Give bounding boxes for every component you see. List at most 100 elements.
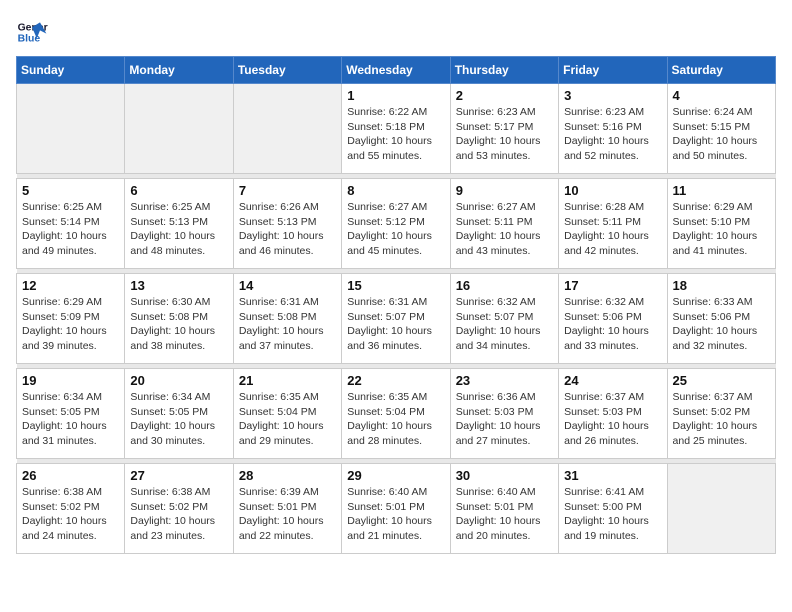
day-info: Sunrise: 6:40 AMSunset: 5:01 PMDaylight:…	[347, 485, 444, 544]
logo: General Blue	[16, 16, 52, 48]
weekday-header-friday: Friday	[559, 57, 667, 84]
calendar-cell: 23 Sunrise: 6:36 AMSunset: 5:03 PMDayligh…	[450, 369, 558, 459]
day-number: 28	[239, 468, 336, 483]
day-number: 14	[239, 278, 336, 293]
day-info: Sunrise: 6:29 AMSunset: 5:09 PMDaylight:…	[22, 295, 119, 354]
day-number: 30	[456, 468, 553, 483]
calendar-cell: 21 Sunrise: 6:35 AMSunset: 5:04 PMDayligh…	[233, 369, 341, 459]
weekday-header-monday: Monday	[125, 57, 233, 84]
calendar-cell: 8 Sunrise: 6:27 AMSunset: 5:12 PMDaylight…	[342, 179, 450, 269]
calendar-cell: 1Sunrise: 6:22 AMSunset: 5:18 PMDaylight…	[342, 84, 450, 174]
calendar-cell: 3 Sunrise: 6:23 AMSunset: 5:16 PMDaylight…	[559, 84, 667, 174]
day-number: 24	[564, 373, 661, 388]
day-info: Sunrise: 6:23 AMSunset: 5:17 PMDaylight:…	[456, 105, 553, 164]
calendar-cell	[233, 84, 341, 174]
calendar-cell: 19Sunrise: 6:34 AMSunset: 5:05 PMDayligh…	[17, 369, 125, 459]
day-info: Sunrise: 6:33 AMSunset: 5:06 PMDaylight:…	[673, 295, 770, 354]
logo-icon: General Blue	[16, 16, 48, 48]
calendar-cell: 29 Sunrise: 6:40 AMSunset: 5:01 PMDayligh…	[342, 464, 450, 554]
day-number: 29	[347, 468, 444, 483]
week-row-4: 19 Sunrise: 6:34 AMSunset: 5:05 PMDayligh…	[17, 369, 776, 459]
calendar-cell: 28 Sunrise: 6:39 AMSunset: 5:01 PMDayligh…	[233, 464, 341, 554]
day-number: 5	[22, 183, 119, 198]
calendar-cell: 9 Sunrise: 6:27 AMSunset: 5:11 PMDaylight…	[450, 179, 558, 269]
day-info: Sunrise: 6:26 AMSunset: 5:13 PMDaylight:…	[239, 200, 336, 259]
calendar-cell: 20 Sunrise: 6:34 AMSunset: 5:05 PMDayligh…	[125, 369, 233, 459]
day-info: Sunrise: 6:35 AMSunset: 5:04 PMDaylight:…	[239, 390, 336, 449]
day-info: Sunrise: 6:37 AMSunset: 5:02 PMDaylight:…	[673, 390, 770, 449]
day-number: 9	[456, 183, 553, 198]
day-number: 21	[239, 373, 336, 388]
calendar-header-row: SundayMondayTuesdayWednesdayThursdayFrid…	[17, 57, 776, 84]
day-number: 16	[456, 278, 553, 293]
day-info: Sunrise: 6:32 AMSunset: 5:06 PMDaylight:…	[564, 295, 661, 354]
day-info: Sunrise: 6:24 AMSunset: 5:15 PMDaylight:…	[673, 105, 770, 164]
weekday-header-tuesday: Tuesday	[233, 57, 341, 84]
day-info: Sunrise: 6:25 AMSunset: 5:13 PMDaylight:…	[130, 200, 227, 259]
day-info: Sunrise: 6:39 AMSunset: 5:01 PMDaylight:…	[239, 485, 336, 544]
week-row-5: 26 Sunrise: 6:38 AMSunset: 5:02 PMDayligh…	[17, 464, 776, 554]
calendar-cell: 10 Sunrise: 6:28 AMSunset: 5:11 PMDayligh…	[559, 179, 667, 269]
day-info: Sunrise: 6:31 AMSunset: 5:08 PMDaylight:…	[239, 295, 336, 354]
day-number: 23	[456, 373, 553, 388]
day-info: Sunrise: 6:31 AMSunset: 5:07 PMDaylight:…	[347, 295, 444, 354]
calendar-cell: 4 Sunrise: 6:24 AMSunset: 5:15 PMDaylight…	[667, 84, 775, 174]
day-info: Sunrise: 6:27 AMSunset: 5:11 PMDaylight:…	[456, 200, 553, 259]
day-info: Sunrise: 6:41 AMSunset: 5:00 PMDaylight:…	[564, 485, 661, 544]
calendar-cell: 24 Sunrise: 6:37 AMSunset: 5:03 PMDayligh…	[559, 369, 667, 459]
week-row-2: 5 Sunrise: 6:25 AMSunset: 5:14 PMDaylight…	[17, 179, 776, 269]
calendar-cell: 11Sunrise: 6:29 AMSunset: 5:10 PMDayligh…	[667, 179, 775, 269]
day-info: Sunrise: 6:40 AMSunset: 5:01 PMDaylight:…	[456, 485, 553, 544]
calendar-cell: 18 Sunrise: 6:33 AMSunset: 5:06 PMDayligh…	[667, 274, 775, 364]
day-info: Sunrise: 6:30 AMSunset: 5:08 PMDaylight:…	[130, 295, 227, 354]
day-info: Sunrise: 6:38 AMSunset: 5:02 PMDaylight:…	[22, 485, 119, 544]
day-number: 2	[456, 88, 553, 103]
day-info: Sunrise: 6:28 AMSunset: 5:11 PMDaylight:…	[564, 200, 661, 259]
calendar-table: SundayMondayTuesdayWednesdayThursdayFrid…	[16, 56, 776, 554]
weekday-header-wednesday: Wednesday	[342, 57, 450, 84]
day-number: 17	[564, 278, 661, 293]
calendar-cell	[125, 84, 233, 174]
calendar-cell: 7Sunrise: 6:26 AMSunset: 5:13 PMDaylight…	[233, 179, 341, 269]
calendar-cell: 13 Sunrise: 6:30 AMSunset: 5:08 PMDayligh…	[125, 274, 233, 364]
day-number: 18	[673, 278, 770, 293]
calendar-cell: 6 Sunrise: 6:25 AMSunset: 5:13 PMDaylight…	[125, 179, 233, 269]
calendar-cell: 17 Sunrise: 6:32 AMSunset: 5:06 PMDayligh…	[559, 274, 667, 364]
calendar-cell: 12 Sunrise: 6:29 AMSunset: 5:09 PMDayligh…	[17, 274, 125, 364]
day-info: Sunrise: 6:36 AMSunset: 5:03 PMDaylight:…	[456, 390, 553, 449]
day-info: Sunrise: 6:29 AMSunset: 5:10 PMDaylight:…	[673, 200, 770, 259]
calendar-cell: 26 Sunrise: 6:38 AMSunset: 5:02 PMDayligh…	[17, 464, 125, 554]
day-number: 15	[347, 278, 444, 293]
day-number: 1	[347, 88, 444, 103]
day-info: Sunrise: 6:32 AMSunset: 5:07 PMDaylight:…	[456, 295, 553, 354]
calendar-cell: 15 Sunrise: 6:31 AMSunset: 5:07 PMDayligh…	[342, 274, 450, 364]
weekday-header-sunday: Sunday	[17, 57, 125, 84]
day-number: 8	[347, 183, 444, 198]
day-number: 12	[22, 278, 119, 293]
day-number: 20	[130, 373, 227, 388]
day-number: 19	[22, 373, 119, 388]
week-row-1: 1Sunrise: 6:22 AMSunset: 5:18 PMDaylight…	[17, 84, 776, 174]
day-number: 6	[130, 183, 227, 198]
calendar-cell	[17, 84, 125, 174]
weekday-header-thursday: Thursday	[450, 57, 558, 84]
day-info: Sunrise: 6:27 AMSunset: 5:12 PMDaylight:…	[347, 200, 444, 259]
day-info: Sunrise: 6:25 AMSunset: 5:14 PMDaylight:…	[22, 200, 119, 259]
day-number: 26	[22, 468, 119, 483]
day-number: 3	[564, 88, 661, 103]
calendar-cell: 2 Sunrise: 6:23 AMSunset: 5:17 PMDaylight…	[450, 84, 558, 174]
day-info: Sunrise: 6:35 AMSunset: 5:04 PMDaylight:…	[347, 390, 444, 449]
calendar-cell: 31Sunrise: 6:41 AMSunset: 5:00 PMDayligh…	[559, 464, 667, 554]
day-info: Sunrise: 6:34 AMSunset: 5:05 PMDaylight:…	[130, 390, 227, 449]
day-info: Sunrise: 6:37 AMSunset: 5:03 PMDaylight:…	[564, 390, 661, 449]
day-info: Sunrise: 6:38 AMSunset: 5:02 PMDaylight:…	[130, 485, 227, 544]
weekday-header-saturday: Saturday	[667, 57, 775, 84]
page-header: General Blue	[16, 16, 776, 48]
day-info: Sunrise: 6:23 AMSunset: 5:16 PMDaylight:…	[564, 105, 661, 164]
day-number: 10	[564, 183, 661, 198]
calendar-cell: 16 Sunrise: 6:32 AMSunset: 5:07 PMDayligh…	[450, 274, 558, 364]
calendar-cell: 25Sunrise: 6:37 AMSunset: 5:02 PMDayligh…	[667, 369, 775, 459]
day-number: 13	[130, 278, 227, 293]
day-number: 22	[347, 373, 444, 388]
day-number: 4	[673, 88, 770, 103]
